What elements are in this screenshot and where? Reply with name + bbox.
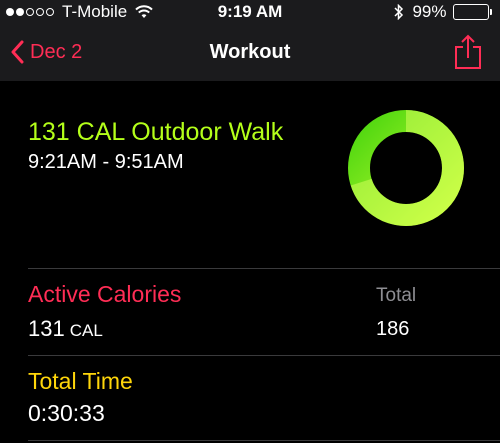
page-title: Workout <box>209 41 291 63</box>
calories-unit: CAL <box>69 321 103 340</box>
total-calories-label: Total <box>376 285 417 306</box>
workout-time-range: 9:21AM - 9:51AM <box>28 151 184 173</box>
bluetooth-icon <box>394 4 404 20</box>
workout-title: 131 CAL Outdoor Walk <box>28 118 284 146</box>
active-calories-value: 131 CAL <box>28 316 103 341</box>
active-calories-label: Active Calories <box>28 281 182 307</box>
divider <box>28 268 500 269</box>
divider <box>28 355 500 356</box>
navigation-bar: Dec 2 Workout <box>0 26 500 81</box>
battery-icon <box>452 4 492 20</box>
battery-percent: 99% <box>412 2 447 21</box>
total-time-value: 0:30:33 <box>28 400 105 426</box>
share-button[interactable] <box>454 34 482 70</box>
total-calories-value: 186 <box>376 318 410 340</box>
status-right: 99% <box>394 2 492 22</box>
status-bar: T-Mobile 9:19 AM 99% <box>0 0 500 26</box>
divider <box>28 440 500 441</box>
share-icon <box>455 34 481 69</box>
activity-ring-icon <box>348 110 464 226</box>
total-time-label: Total Time <box>28 368 133 394</box>
